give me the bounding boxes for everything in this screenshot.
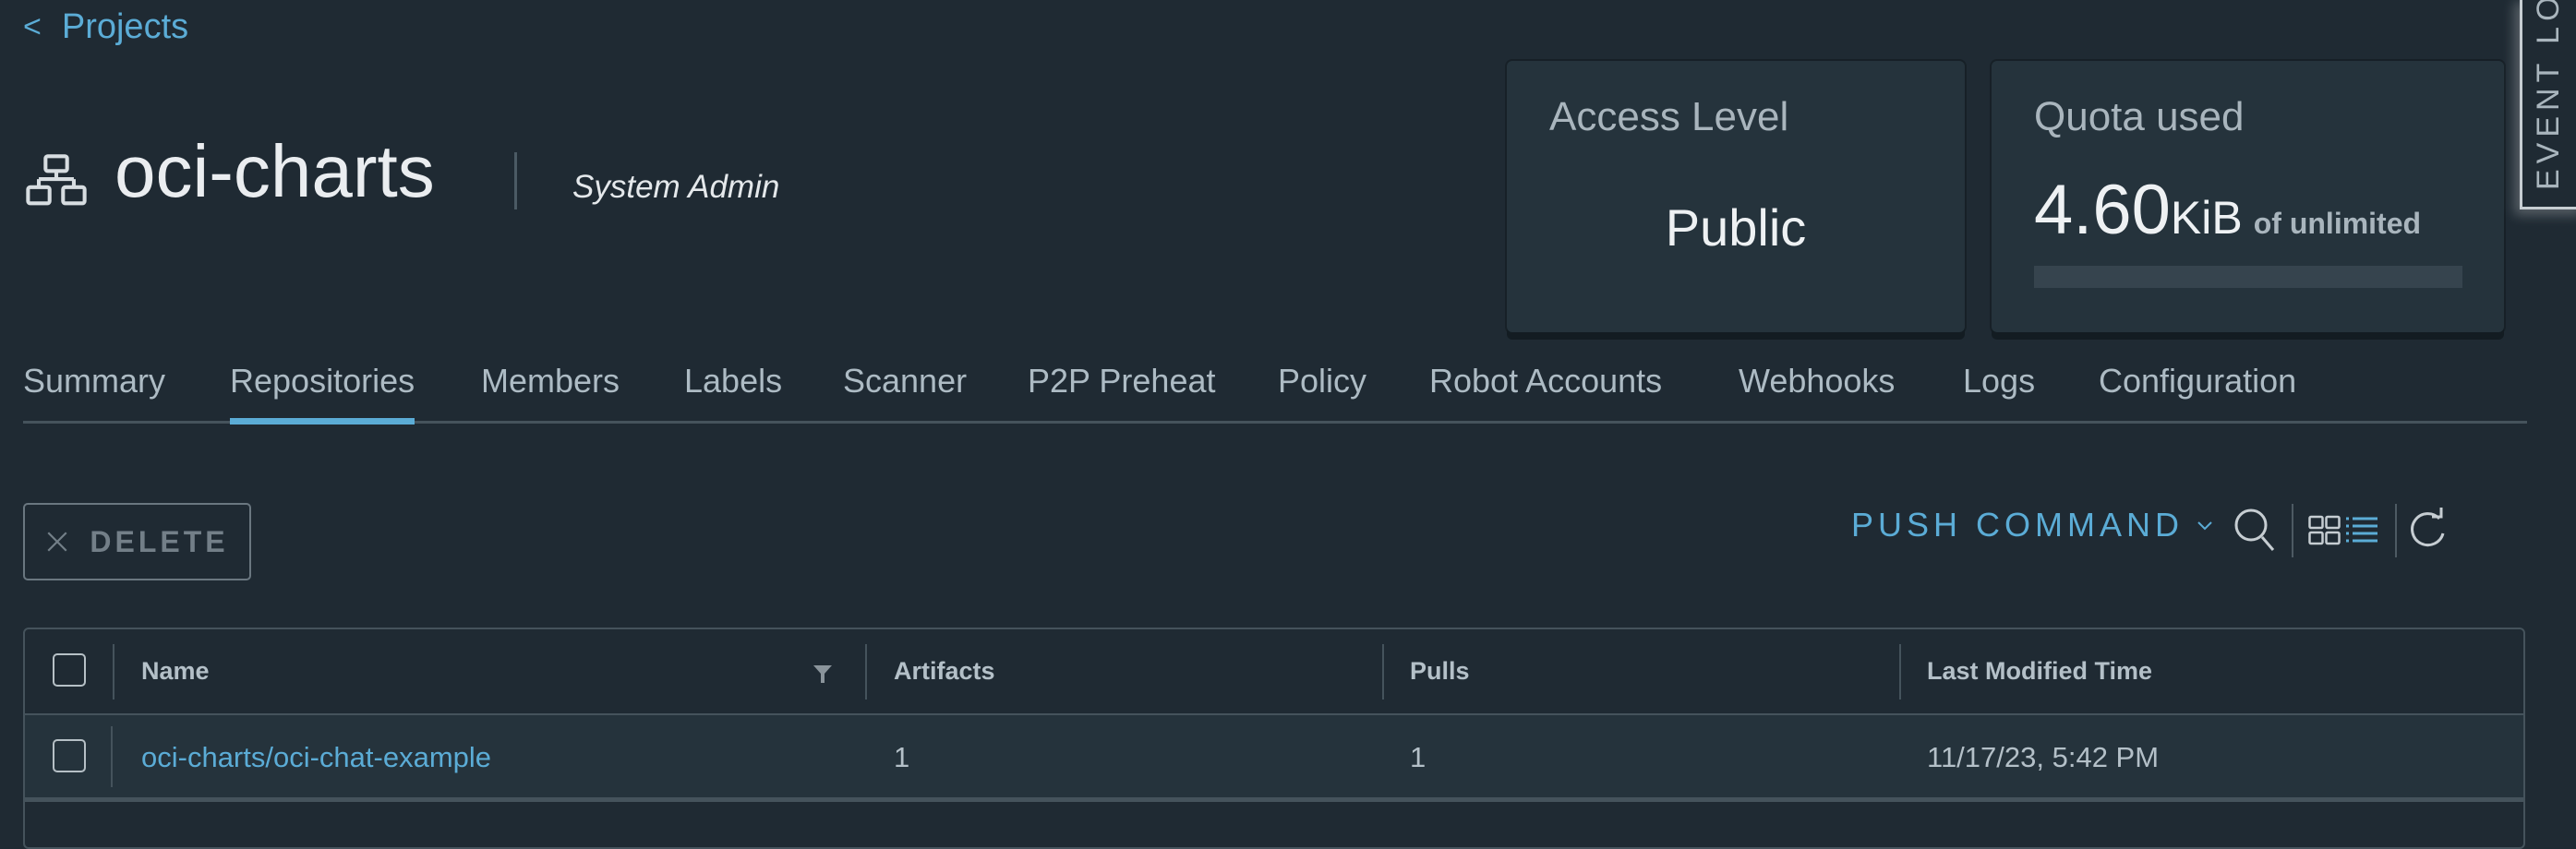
quota-number: 4.60 [2034,171,2171,249]
tab-label: Labels [684,362,783,400]
project-tabs: Summary Repositories Members Labels Scan… [23,354,2527,424]
back-to-projects-link[interactable]: < Projects [23,7,188,47]
tab-summary[interactable]: Summary [23,362,165,417]
column-divider[interactable] [1899,644,1901,700]
filter-icon[interactable] [812,663,834,685]
last-modified-time: 11/17/23, 5:42 PM [1927,741,2160,773]
tab-labels[interactable]: Labels [684,362,782,417]
column-divider[interactable] [1382,644,1384,700]
quota-unit: KiB [2170,192,2243,244]
repository-name-link[interactable]: oci-charts/oci-chat-example [141,741,491,774]
chevron-down-icon [2197,521,2212,531]
tab-label: Scanner [843,362,968,400]
push-command-dropdown[interactable]: PUSH COMMAND [1851,506,2213,544]
event-log-tab[interactable]: EVENT LOG [2520,0,2576,209]
quota-limit: of unlimited [2253,207,2422,240]
table-row[interactable]: oci-charts/oci-chat-example 1 1 11/17/23… [25,715,2523,802]
tab-configuration[interactable]: Configuration [2099,362,2296,417]
repositories-table: Name Artifacts Pulls Last Modified Time … [23,628,2525,849]
user-role: System Admin [572,169,780,205]
push-command-label: PUSH COMMAND [1851,506,2185,544]
quota-progress-bar [2034,266,2462,288]
close-icon [47,532,67,552]
event-log-label: EVENT LOG [2531,0,2566,190]
chevron-left-icon: < [23,9,42,44]
access-level-card: Access Level Public [1507,61,1965,332]
tab-label: Logs [1963,362,2036,400]
grid-view-icon[interactable] [2308,515,2341,546]
delete-label: DELETE [90,524,229,558]
tab-webhooks[interactable]: Webhooks [1739,362,1895,417]
delete-button[interactable]: DELETE [23,503,251,580]
access-level-value: Public [1665,198,1807,257]
quota-value: 4.60 KiB of unlimited [2034,170,2421,250]
tab-logs[interactable]: Logs [1963,362,2035,417]
quota-card: Quota used 4.60 KiB of unlimited [1992,61,2504,332]
tab-label: Summary [23,362,166,400]
select-all-checkbox[interactable] [53,653,86,687]
column-divider[interactable] [865,644,867,700]
column-header-artifacts[interactable]: Artifacts [894,657,995,686]
tab-label: Configuration [2099,362,2297,400]
column-header-last-modified[interactable]: Last Modified Time [1927,657,2152,686]
quota-title: Quota used [2034,94,2245,139]
tab-scanner[interactable]: Scanner [843,362,967,417]
tab-label: Repositories [230,362,415,400]
title-divider [514,152,517,209]
artifacts-count: 1 [894,741,910,773]
tab-label: Webhooks [1739,362,1896,400]
tab-label: Robot Accounts [1429,362,1663,400]
list-view-icon[interactable] [2345,515,2378,546]
tab-policy[interactable]: Policy [1278,362,1366,417]
column-divider [111,726,113,787]
tab-label: Members [481,362,620,400]
back-link-label: Projects [61,7,189,46]
refresh-icon[interactable] [2408,506,2449,556]
table-header: Name Artifacts Pulls Last Modified Time [25,629,2523,716]
tab-p2p-preheat[interactable]: P2P Preheat [1028,362,1215,417]
column-header-pulls[interactable]: Pulls [1410,657,1470,686]
tab-label: Policy [1278,362,1367,400]
project-icon [26,154,87,206]
toolbar-divider [2292,504,2293,557]
access-level-title: Access Level [1549,94,1789,139]
tab-robot-accounts[interactable]: Robot Accounts [1429,362,1662,417]
tab-label: P2P Preheat [1028,362,1216,400]
search-icon[interactable] [2233,506,2277,554]
tab-repositories[interactable]: Repositories [230,362,415,424]
row-checkbox[interactable] [53,739,86,772]
project-title: oci-charts [114,130,435,212]
pulls-count: 1 [1410,741,1426,773]
tab-members[interactable]: Members [481,362,620,417]
column-header-name[interactable]: Name [141,657,210,686]
column-divider [113,644,114,700]
toolbar-divider [2395,504,2397,557]
